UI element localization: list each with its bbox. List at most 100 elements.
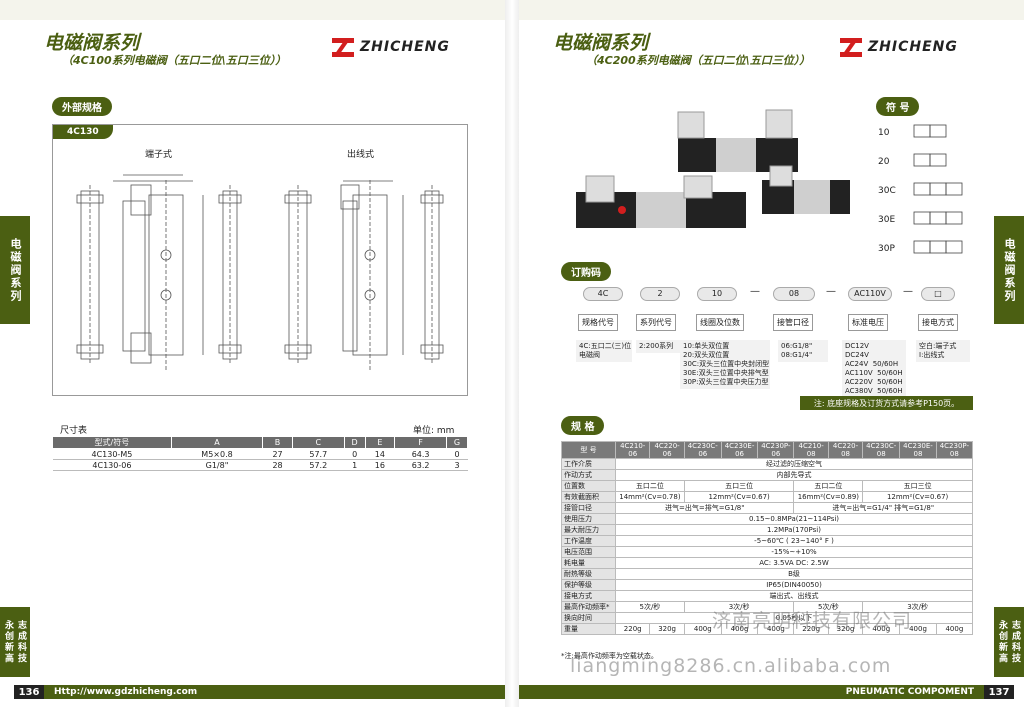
spec-row: 作动方式 内部先导式 — [561, 469, 973, 481]
dim-cell: 63.2 — [394, 459, 447, 471]
dim-header-cell: E — [364, 436, 396, 449]
dim-header-cell: 型式/符号 — [52, 436, 172, 449]
dim-cell: 28 — [262, 459, 293, 471]
spec-cell: B级 — [615, 568, 973, 580]
left-footer: Http://www.gdzhicheng.com — [44, 685, 505, 699]
spec-row: 电压范围 -15%~+10% — [561, 546, 973, 558]
order-field-label-0: 规格代号 — [578, 314, 618, 331]
dim-table-title: 尺寸表 — [60, 426, 88, 436]
order-code-1: 2 — [640, 287, 680, 301]
spec-header-cell: 型 号 — [561, 441, 616, 459]
order-field-label-1: 系列代号 — [636, 314, 676, 331]
right-footer: PNEUMATIC COMPOMENT — [519, 685, 984, 699]
spec-row: 耗电量 AC: 3.5VA DC: 2.5W — [561, 557, 973, 569]
spec-cell: 12mm²(Cv=0.67) — [683, 491, 795, 503]
brand-logo-icon — [330, 36, 356, 58]
right-side-slogan: 志成科技 永创新高 — [994, 607, 1024, 677]
spec-header-cell: 4C230P-08 — [935, 441, 974, 459]
right-brand: ZHICHENG — [838, 36, 958, 58]
dim-row: 4C130-M5 M5×0.8 27 57.7 0 14 64.3 0 — [52, 448, 468, 460]
spec-header-cell: 4C230E-06 — [720, 441, 759, 459]
spec-row-label: 最高作动频率* — [561, 601, 616, 613]
technical-drawing-svg — [76, 174, 444, 370]
spec-cell: 经过滤的压缩空气 — [615, 458, 973, 470]
valve-symbol-icon — [913, 240, 963, 254]
brand-name: ZHICHENG — [868, 39, 958, 55]
spec-cell: 0.15~0.8MPa(21~114Psi) — [615, 513, 973, 525]
spec-cell: 400g — [935, 623, 974, 635]
valve-product-photo — [576, 109, 850, 228]
order-field-label-4: 标准电压 — [848, 314, 888, 331]
right-subtitle: （4C200系列电磁阀（五口二位\五口三位）） — [586, 54, 811, 67]
order-code-3: 08 — [773, 287, 815, 301]
order-dash-1: — — [826, 286, 836, 297]
catalog-spread: 电磁阀系列 （4C100系列电磁阀（五口二位\五口三位）） ZHICHENG 外… — [0, 0, 1024, 707]
right-page-number: 137 — [984, 685, 1014, 699]
dim-header-cell: B — [262, 436, 293, 449]
order-desc-5: 空白:端子式 I:出线式 — [916, 340, 970, 362]
spec-header-cell: 4C220-06 — [649, 441, 685, 459]
symbol-code: 30E — [878, 215, 896, 225]
dim-cell: 14 — [365, 448, 395, 460]
dim-header-cell: F — [394, 436, 448, 449]
left-page-number: 136 — [14, 685, 44, 699]
spec-cell: 进气=出气=排气=G1/8" — [614, 502, 795, 514]
watermark-url: liangming8286.cn.alibaba.com — [570, 655, 892, 677]
spec-row: 位置数 五口二位 五口三位 五口二位 五口三位 — [561, 480, 973, 492]
order-field-label-2: 线圈及位数 — [696, 314, 744, 331]
order-field-label-5: 接电方式 — [918, 314, 958, 331]
dim-cell: 1 — [344, 459, 366, 471]
brand-logo-icon — [838, 36, 864, 58]
dim-row: 4C130-06 G1/8" 28 57.2 1 16 63.2 3 — [52, 459, 468, 471]
top-strip-left — [0, 0, 505, 20]
dim-header-cell: D — [343, 436, 366, 449]
spec-row-label: 接管口径 — [561, 502, 616, 514]
dim-header-cell: A — [170, 436, 264, 449]
left-side-tab: 电磁阀系列 — [0, 216, 30, 324]
dim-cell: 4C130-M5 — [52, 448, 172, 460]
spec-row-label: 工作温度 — [561, 535, 616, 547]
spec-cell: 16mm²(Cv=0.89) — [793, 491, 864, 503]
spec-cell: 14mm²(Cv=0.78) — [615, 491, 685, 503]
order-desc-3: 06:G1/8" 08:G1/4" — [778, 340, 828, 362]
spec-header-cell: 4C210-08 — [793, 441, 829, 459]
spec-cell: 1.2MPa(170Psi) — [615, 524, 973, 536]
order-dash-2: — — [903, 286, 913, 297]
left-subtitle: （4C100系列电磁阀（五口二位\五口三位）） — [62, 54, 287, 67]
spec-cell: AC: 3.5VA DC: 2.5W — [615, 557, 973, 569]
dim-cell: 0 — [344, 448, 366, 460]
order-note: 注: 底座规格及订货方式请参考P150页。 — [800, 396, 973, 410]
order-field-label-3: 接管口径 — [773, 314, 813, 331]
spread-gutter — [505, 0, 519, 707]
dimension-table: 型式/符号 A B C D E F G 4C130-M5 M5×0.8 27 57.7 0 14 64.3… — [52, 436, 468, 471]
watermark-company: 济南亮明科技有限公司 — [712, 610, 913, 632]
left-title: 电磁阀系列 — [44, 32, 140, 54]
spec-row-label: 有效截面积 — [561, 491, 616, 503]
spec-header-cell: 4C230P-06 — [757, 441, 795, 459]
order-code-5: □ — [921, 287, 955, 301]
spec-header-cell: 4C230C-06 — [683, 441, 722, 459]
spec-row: 接电方式 端出式、出线式 — [561, 590, 973, 602]
symbol-code: 10 — [878, 128, 890, 138]
order-code-2: 10 — [697, 287, 737, 301]
spec-row: 工作介质 经过滤的压缩空气 — [561, 458, 973, 470]
dim-cell: 4C130-06 — [52, 459, 172, 471]
dim-cell: 0 — [446, 448, 468, 460]
spec-cell: IP65(DIN40050) — [615, 579, 973, 591]
spec-cell: -5~60℃ ( 23~140° F ) — [615, 535, 973, 547]
spec-row-label: 位置数 — [561, 480, 616, 492]
top-strip-right — [519, 0, 1024, 20]
spec-label: 规 格 — [561, 416, 605, 435]
dim-cell: G1/8" — [171, 459, 263, 471]
spec-row-label: 使用压力 — [561, 513, 616, 525]
symbol-code: 20 — [878, 157, 890, 167]
dim-cell: 3 — [446, 459, 468, 471]
spec-row-label: 耐热等级 — [561, 568, 616, 580]
dim-cell: M5×0.8 — [171, 448, 263, 460]
order-desc-4: DC12V DC24V AC24V 50/60H AC110V 50/60H A… — [842, 340, 906, 398]
spec-row-label: 作动方式 — [561, 469, 616, 481]
symbol-code: 30C — [878, 186, 896, 196]
spec-header-cell: 4C230E-08 — [899, 441, 937, 459]
spec-row-label: 换向时间 — [561, 612, 616, 624]
dim-cell: 64.3 — [394, 448, 447, 460]
